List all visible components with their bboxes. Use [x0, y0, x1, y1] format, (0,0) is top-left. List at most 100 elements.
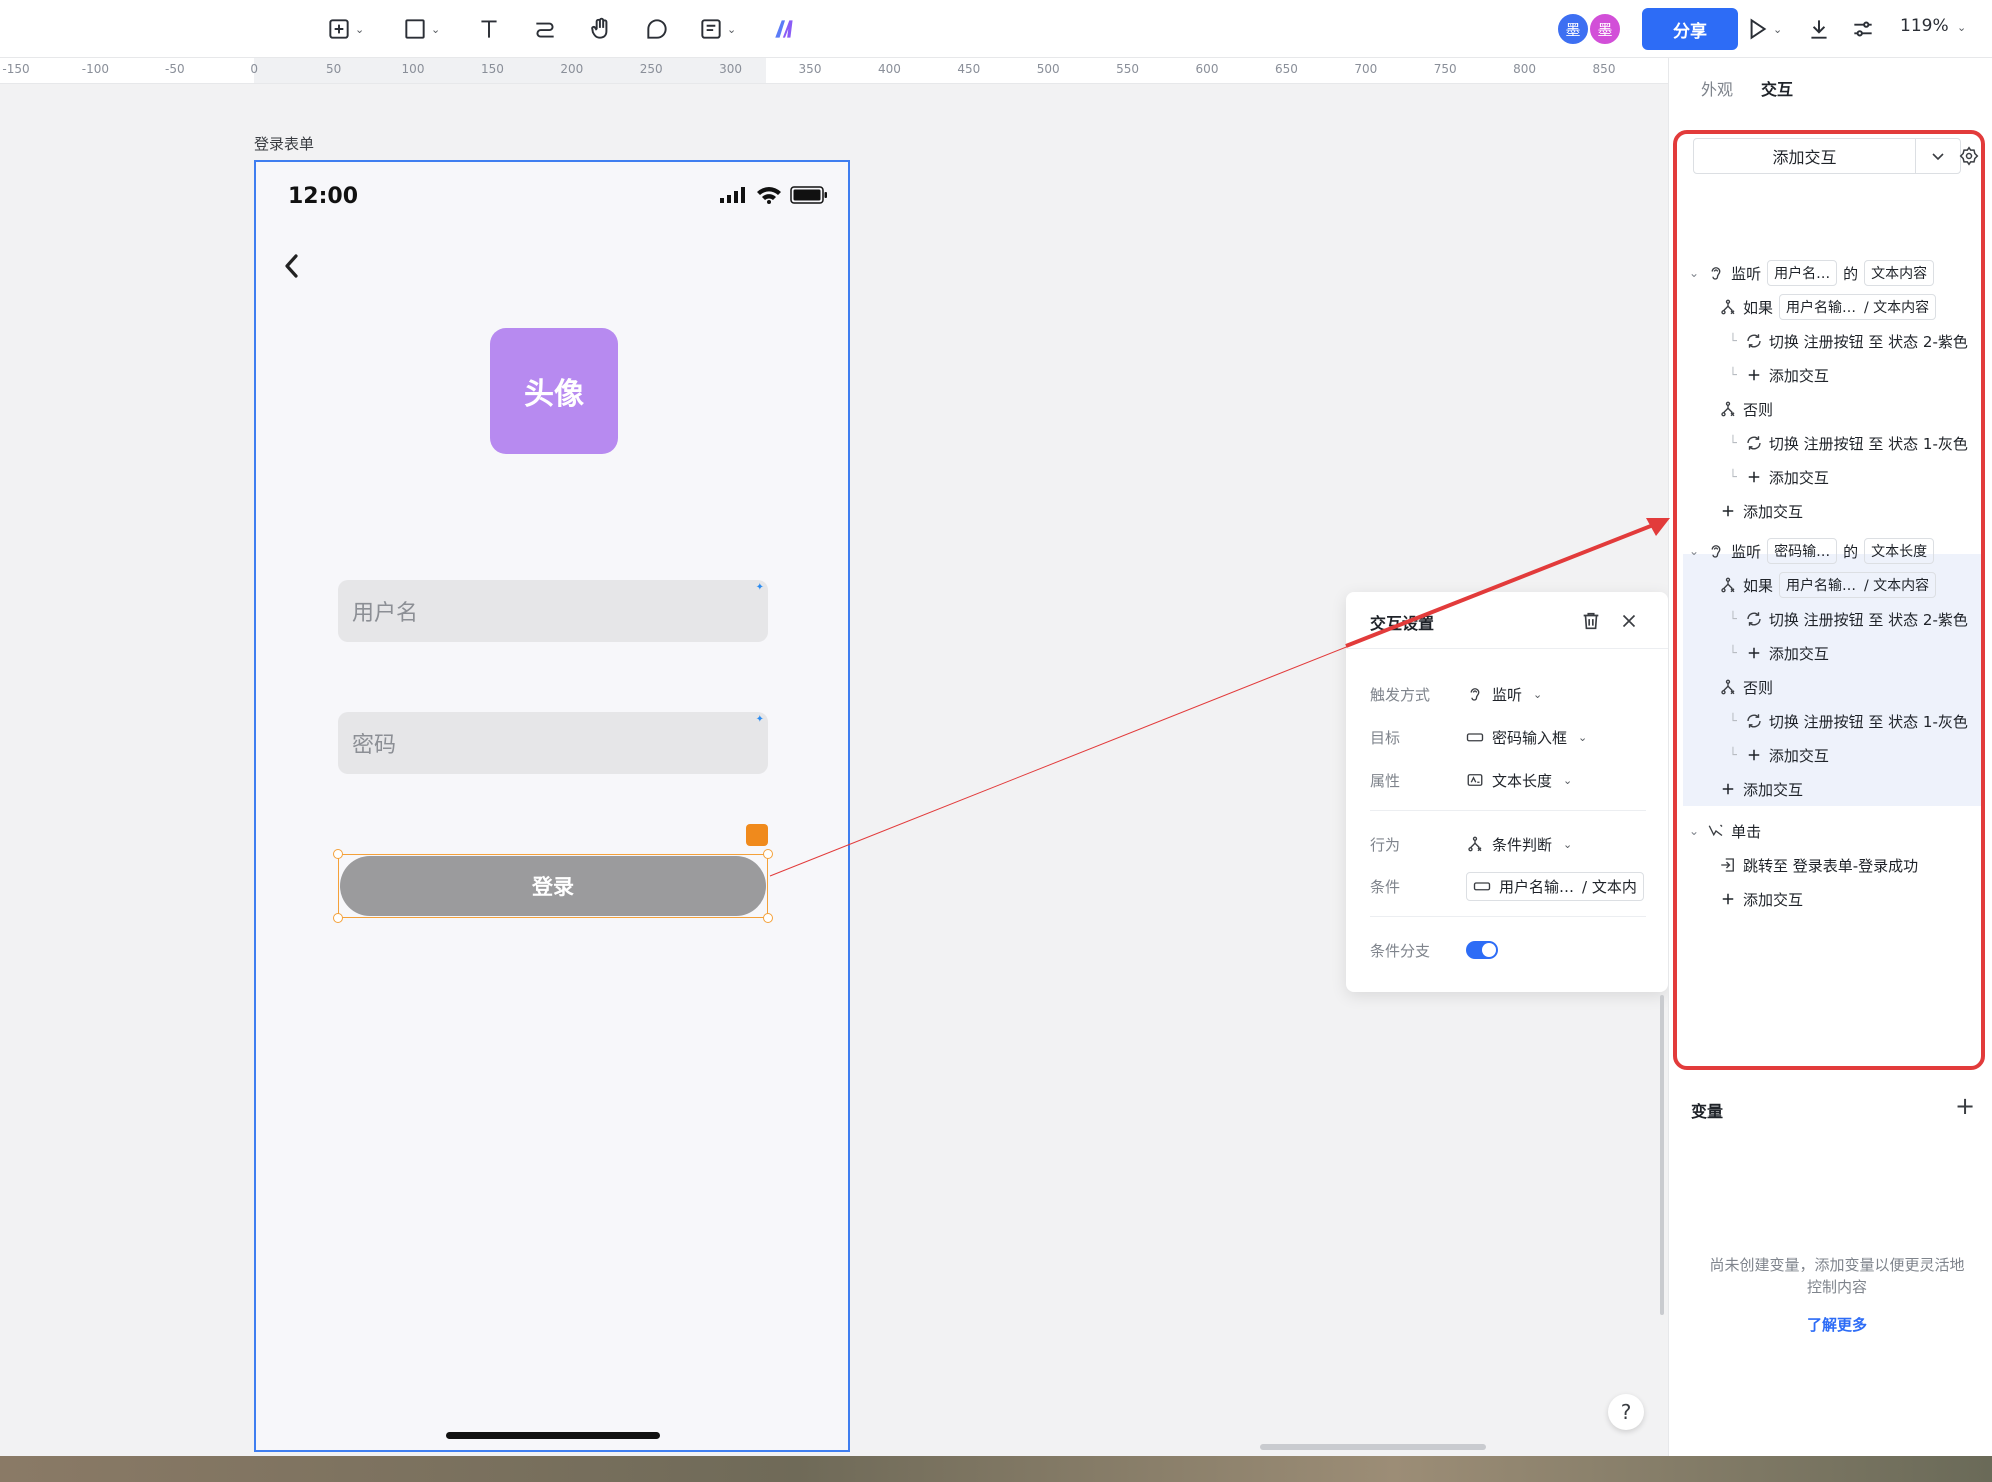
- horizontal-ruler: -150 -100 -50 0 50 100 150 200 250 300 350 400 450 50…: [0, 58, 1668, 84]
- trigger-select[interactable]: 监听 ⌄: [1466, 684, 1542, 705]
- close-icon: [1622, 614, 1636, 628]
- connector-icon: [536, 22, 554, 38]
- phone-frame[interactable]: 12:00 头像 用户名 ✦ 密码 ✦ 登录: [254, 160, 850, 1452]
- ruler-tick-label: -50: [164, 62, 185, 76]
- ruler-tick-label: 850: [1592, 62, 1616, 76]
- trigger-value: 监听: [1492, 685, 1523, 704]
- branch-row: 条件分支: [1370, 938, 1660, 962]
- status-icons: [720, 186, 828, 204]
- ruler-tick-label: 100: [401, 62, 425, 76]
- ai-button[interactable]: [772, 12, 798, 46]
- shape-tool-button[interactable]: ⌄: [402, 12, 440, 46]
- password-input[interactable]: 密码 ✦: [338, 712, 768, 774]
- trigger-label: 触发方式: [1370, 685, 1431, 704]
- sliders-icon: [1854, 21, 1872, 37]
- connector-tool-button[interactable]: [532, 12, 558, 46]
- lightning-icon: ✦: [755, 714, 764, 725]
- ruler-tick-label: 50: [325, 62, 342, 76]
- condition-branch-icon: [1468, 836, 1482, 852]
- text-length-icon: [1467, 774, 1483, 786]
- condition-property: / 文本内: [1582, 877, 1637, 896]
- learn-more-link[interactable]: 了解更多: [1709, 1314, 1965, 1335]
- help-button[interactable]: ?: [1608, 1394, 1644, 1430]
- component-badge-icon[interactable]: [746, 824, 768, 846]
- action-label: 行为: [1370, 835, 1401, 854]
- text-tool-button[interactable]: [476, 12, 502, 46]
- ruler-tick-label: 800: [1513, 62, 1537, 76]
- chevron-down-icon: ⌄: [1563, 837, 1573, 851]
- ruler-tick-label: -100: [81, 62, 110, 76]
- interaction-settings-popover: 交互设置 触发方式 监听 ⌄ 目标 密码输入框 ⌄ 属性 文本长度 ⌄ 行为 条…: [1346, 592, 1668, 992]
- avatar-placeholder[interactable]: 头像: [490, 328, 618, 454]
- action-value: 条件判断: [1492, 835, 1553, 854]
- collaborator-avatar[interactable]: 墨: [1556, 12, 1590, 46]
- zoom-level[interactable]: 119% ⌄: [1900, 16, 1966, 36]
- ruler-tick-label: 650: [1274, 62, 1298, 76]
- add-frame-button[interactable]: ⌄: [326, 12, 364, 46]
- action-select[interactable]: 条件判断 ⌄: [1466, 834, 1572, 855]
- property-label: 属性: [1370, 771, 1401, 790]
- tab-appearance[interactable]: 外观: [1701, 76, 1733, 100]
- divider: [1346, 648, 1668, 649]
- ruler-tick-label: 300: [719, 62, 743, 76]
- ai-logo-icon: [775, 20, 793, 38]
- branch-toggle[interactable]: [1466, 941, 1498, 959]
- target-select[interactable]: 密码输入框 ⌄: [1466, 727, 1587, 748]
- panel-tabs: 外观 交互: [1701, 76, 1793, 100]
- back-button[interactable]: [282, 252, 302, 284]
- frame-label[interactable]: 登录表单: [254, 133, 314, 154]
- signal-icon: [720, 187, 745, 203]
- vertical-scrollbar[interactable]: [1660, 995, 1664, 1315]
- download-button[interactable]: [1806, 12, 1832, 46]
- collaborator-avatar[interactable]: 墨: [1588, 12, 1622, 46]
- tab-interaction[interactable]: 交互: [1761, 76, 1793, 100]
- username-input[interactable]: 用户名 ✦: [338, 580, 768, 642]
- ruler-tick-label: 550: [1116, 62, 1140, 76]
- action-row: 行为 条件判断 ⌄: [1370, 832, 1660, 856]
- resize-handle[interactable]: [333, 913, 343, 923]
- top-toolbar: ⌄ ⌄ ⌄ 墨 墨 分享 ⌄ 119% ⌄: [0, 0, 1992, 58]
- ruler-tick-label: 250: [639, 62, 663, 76]
- chevron-down-icon: ⌄: [355, 22, 365, 36]
- annotation-highlight-box: [1673, 130, 1985, 1070]
- ruler-tick-label: 600: [1195, 62, 1219, 76]
- add-variable-button[interactable]: +: [1955, 1092, 1975, 1120]
- settings-button[interactable]: [1850, 12, 1876, 46]
- battery-icon: [790, 186, 827, 204]
- ruler-tick-label: 0: [250, 62, 259, 76]
- ruler-tick-label: -150: [2, 62, 30, 76]
- hand-tool-button[interactable]: [588, 12, 614, 46]
- note-tool-button[interactable]: ⌄: [698, 12, 736, 46]
- condition-field[interactable]: 用户名输… / 文本内: [1466, 871, 1644, 901]
- horizontal-scrollbar[interactable]: [1260, 1444, 1486, 1450]
- delete-button[interactable]: [1580, 610, 1602, 632]
- close-button[interactable]: [1618, 610, 1640, 632]
- chevron-down-icon: ⌄: [1773, 22, 1783, 36]
- help-icon: ?: [1620, 1400, 1632, 1424]
- play-icon: [1750, 18, 1767, 40]
- rectangle-icon: [405, 19, 425, 39]
- comment-tool-button[interactable]: [644, 12, 670, 46]
- branch-label: 条件分支: [1370, 941, 1431, 960]
- password-placeholder: 密码: [352, 733, 397, 758]
- ruler-tick-label: 150: [480, 62, 504, 76]
- add-frame-icon: [329, 19, 349, 39]
- desktop-background-strip: [0, 1456, 1992, 1482]
- hand-icon: [591, 17, 608, 39]
- property-select[interactable]: 文本长度 ⌄: [1466, 770, 1572, 791]
- resize-handle[interactable]: [763, 849, 773, 859]
- target-value: 密码输入框: [1492, 728, 1568, 747]
- variables-empty-text: 尚未创建变量，添加变量以便更灵活地控制内容: [1709, 1256, 1965, 1296]
- condition-target: 用户名输…: [1499, 877, 1575, 896]
- home-indicator: [446, 1432, 660, 1439]
- input-field-icon: [1466, 733, 1484, 742]
- share-button[interactable]: 分享: [1642, 8, 1738, 50]
- chevron-down-icon: ⌄: [1957, 21, 1967, 34]
- resize-handle[interactable]: [333, 849, 343, 859]
- chevron-left-icon: [285, 254, 298, 278]
- preview-button[interactable]: ⌄: [1744, 12, 1782, 46]
- ear-icon: [1470, 688, 1480, 701]
- variables-title: 变量: [1691, 1102, 1724, 1121]
- resize-handle[interactable]: [763, 913, 773, 923]
- ruler-tick-label: 400: [877, 62, 901, 76]
